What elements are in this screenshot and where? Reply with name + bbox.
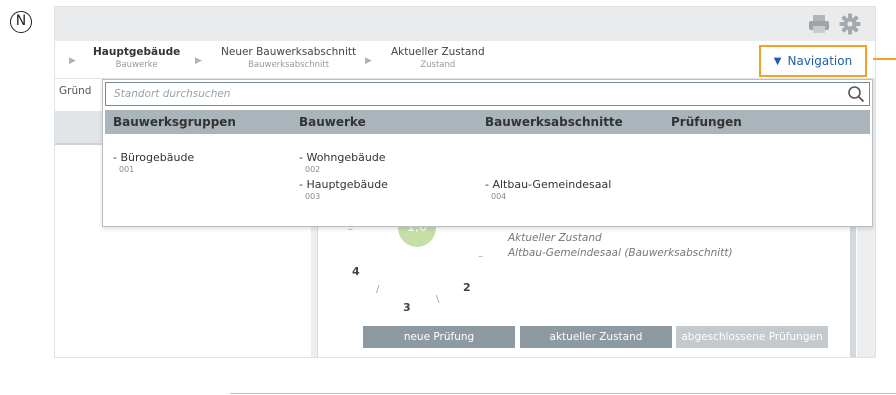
scale-tick: – [478, 251, 483, 262]
breadcrumb-item-building[interactable]: Hauptgebäude Bauwerke [93, 46, 180, 70]
tree-item-building[interactable]: - Hauptgebäude 003 [299, 178, 388, 201]
breadcrumb: ▶ Hauptgebäude Bauwerke ▶ Neuer Bauwerks… [55, 41, 875, 79]
breadcrumb-subtitle: Bauwerksabschnitt [248, 60, 330, 70]
breadcrumb-title: Aktueller Zustand [391, 46, 485, 58]
gear-icon[interactable] [838, 13, 862, 35]
breadcrumb-subtitle: Zustand [420, 60, 456, 70]
tree-item-code: 004 [491, 192, 507, 201]
chevron-right-icon: ▶ [195, 56, 202, 66]
search-box [105, 82, 870, 106]
tree-item-code: 003 [305, 192, 321, 201]
tree-item-name: - Altbau-Gemeindesaal [485, 178, 612, 191]
state-label: Aktueller Zustand [508, 232, 602, 244]
column-header-row: Bauwerksgruppen Bauwerke Bauwerksabschni… [105, 110, 870, 134]
section-label: Altbau-Gemeindesaal (Bauwerksabschnitt) [508, 247, 733, 259]
scale-tick: / [376, 284, 380, 295]
scale-tick: \ [436, 294, 440, 305]
column-header: Bauwerksabschnitte [485, 115, 623, 129]
breadcrumb-title: Hauptgebäude [93, 46, 181, 58]
column-header: Bauwerke [299, 115, 366, 129]
breadcrumb-item-section[interactable]: Neuer Bauwerksabschnitt Bauwerksabschnit… [221, 46, 356, 70]
search-input[interactable] [114, 86, 814, 102]
callout-line [873, 58, 896, 60]
page-divider [230, 393, 896, 394]
chevron-right-icon: ▶ [365, 56, 372, 66]
printer-icon[interactable] [807, 13, 831, 35]
column-header: Prüfungen [671, 115, 742, 129]
tree-item-name: - Hauptgebäude [299, 178, 388, 191]
completed-inspections-button: abgeschlossene Prüfungen [676, 326, 828, 348]
scale-number: 3 [403, 301, 411, 314]
navigation-dropdown: Bauwerksgruppen Bauwerke Bauwerksabschni… [102, 79, 873, 227]
tree-item-section[interactable]: - Altbau-Gemeindesaal 004 [485, 178, 611, 201]
new-inspection-button[interactable]: neue Prüfung [363, 326, 515, 348]
navigation-button[interactable]: ▼ Navigation [759, 45, 867, 77]
search-icon[interactable] [847, 85, 865, 103]
tree-item-code: 002 [305, 165, 321, 174]
triangle-down-icon: ▼ [773, 55, 782, 67]
tree-item-name: - Wohngebäude [299, 151, 386, 164]
navigation-button-label: Navigation [787, 54, 853, 68]
annotation-marker: N [10, 11, 32, 33]
breadcrumb-item-state[interactable]: Aktueller Zustand Zustand [391, 46, 485, 70]
scale-number: 2 [463, 281, 471, 294]
tree-item-name: - Bürogebäude [113, 151, 195, 164]
tree-item-building[interactable]: - Wohngebäude 002 [299, 151, 386, 174]
left-panel-tab[interactable]: Gründ [59, 85, 91, 97]
current-state-button[interactable]: aktueller Zustand [520, 326, 672, 348]
breadcrumb-subtitle: Bauwerke [115, 60, 158, 70]
scale-number: 4 [352, 265, 360, 278]
column-header: Bauwerksgruppen [113, 115, 236, 129]
chevron-right-icon: ▶ [69, 56, 76, 66]
breadcrumb-title: Neuer Bauwerksabschnitt [221, 46, 357, 58]
tree-item-building-group[interactable]: - Bürogebäude 001 [113, 151, 194, 174]
toolbar [55, 7, 875, 41]
tree-item-code: 001 [119, 165, 135, 174]
